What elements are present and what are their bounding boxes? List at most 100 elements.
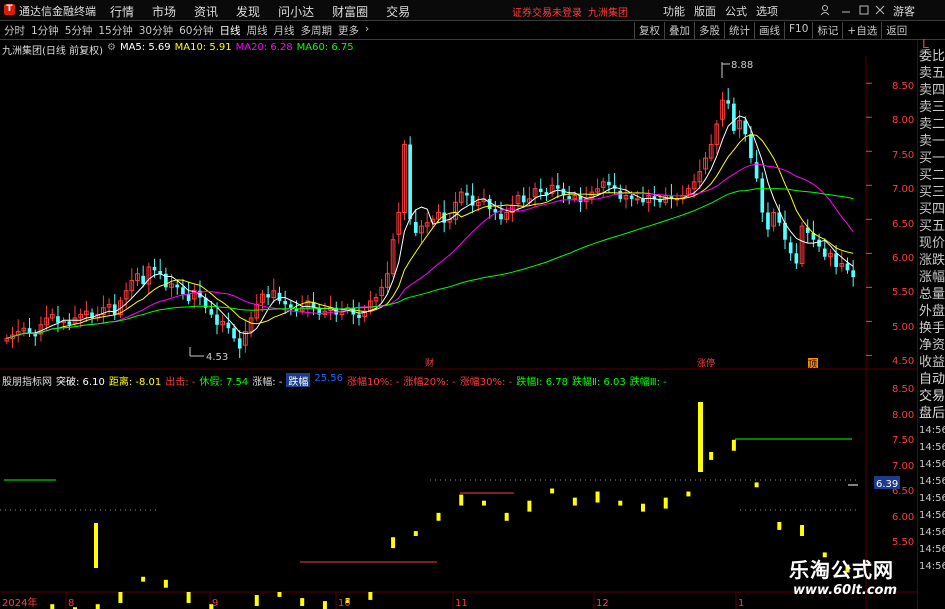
tab-5min[interactable]: 5分钟 <box>65 23 93 38</box>
candle-body <box>112 304 117 315</box>
menu-functions[interactable]: 功能 <box>663 3 685 19</box>
breakout-value: 突破: 6.10 <box>56 377 105 388</box>
indicator-bar <box>368 592 373 600</box>
add-watchlist-button[interactable]: +自选 <box>842 22 881 39</box>
f10-button[interactable]: F10 <box>784 22 812 39</box>
menu-market-quotes[interactable]: 行情 <box>110 3 134 20</box>
tab-1min[interactable]: 1分钟 <box>31 23 59 38</box>
chart-tools: 复权 叠加 多股 统计 画线 F10 标记 +自选 返回 <box>634 22 911 39</box>
date-tick: 2024年 <box>2 596 37 609</box>
top-marker[interactable]: 顶 <box>808 359 817 370</box>
panel-field: 卖五 <box>919 66 945 81</box>
menu-news[interactable]: 资讯 <box>194 3 218 20</box>
candle-body <box>152 266 157 271</box>
menu-formula[interactable]: 公式 <box>725 3 747 19</box>
mark-button[interactable]: 标记 <box>812 22 842 39</box>
multi-stock-button[interactable]: 多股 <box>694 22 724 39</box>
back-button[interactable]: 返回 <box>881 22 911 39</box>
indicator-bar <box>277 592 282 597</box>
period-toolbar: 分时 1分钟 5分钟 15分钟 30分钟 60分钟 日线 周线 月线 多周期 更… <box>0 21 945 40</box>
tab-intraday[interactable]: 分时 <box>4 23 25 38</box>
candle-body <box>788 242 793 254</box>
date-tick: 10 <box>338 598 351 609</box>
rest-value: 休假: 7.54 <box>199 377 249 388</box>
candle-body <box>277 292 282 301</box>
candle-body <box>226 322 231 329</box>
tab-weekly[interactable]: 周线 <box>247 23 268 38</box>
tab-15min[interactable]: 15分钟 <box>98 23 132 38</box>
panel-field: 14:56 <box>919 459 945 470</box>
panel-field: 卖二 <box>919 117 945 132</box>
date-axis: 2024年 8 9 10 11 12 1 <box>2 596 744 609</box>
price-tick: 4.50 <box>892 356 914 367</box>
candle-body <box>283 300 287 305</box>
tab-daily[interactable]: 日线 <box>220 23 241 38</box>
kline-chart[interactable]: 8.88 4.53 财 涨停 顶 8.50 8.00 7.50 7.00 6.5… <box>0 40 917 609</box>
draw-line-button[interactable]: 画线 <box>754 22 784 39</box>
app-logo-icon: T <box>4 4 15 15</box>
panel-field: 盘后 <box>919 406 945 421</box>
panel-field: 14:56 <box>919 510 945 521</box>
guest-login[interactable]: 游客 <box>893 3 915 19</box>
panel-field: 现价 <box>919 236 945 251</box>
trade-login-notice[interactable]: 证券交易未登录 <box>512 4 582 19</box>
panel-field: 交易 <box>919 389 945 404</box>
indicator-bar <box>504 512 509 521</box>
price-tick: 5.50 <box>892 287 914 298</box>
panel-field: 买一 <box>919 151 945 166</box>
panel-field: 14:56 <box>919 527 945 538</box>
menu-market[interactable]: 市场 <box>152 3 176 20</box>
menu-options[interactable]: 选项 <box>756 3 778 19</box>
panel-field: 买二 <box>919 168 945 183</box>
panel-field: 14:56 <box>919 425 945 436</box>
menu-discover[interactable]: 发现 <box>236 3 260 20</box>
panel-flag[interactable]: L <box>918 38 945 50</box>
watermark-title: 乐淘公式网 <box>789 558 894 582</box>
adjust-button[interactable]: 复权 <box>634 22 664 39</box>
menu-wealth-circle[interactable]: 财富圈 <box>332 3 368 20</box>
indicator-bar <box>391 537 396 549</box>
chevron-right-icon[interactable]: › <box>365 23 369 38</box>
ma10-line <box>6 134 854 339</box>
candle-body <box>357 314 361 318</box>
tab-monthly[interactable]: 月线 <box>274 23 295 38</box>
date-tick: 12 <box>596 598 609 609</box>
price-tick: 7.50 <box>892 150 914 161</box>
tab-more[interactable]: 更多 <box>338 23 359 38</box>
price-tick: 8.50 <box>892 81 914 92</box>
ind-tick: 5.50 <box>892 537 914 548</box>
limit-up-marker[interactable]: 涨停 <box>697 357 715 369</box>
current-stock-name: 九洲集团 <box>588 8 628 19</box>
candle-body <box>567 196 571 199</box>
user-icon[interactable] <box>820 5 830 16</box>
fall-label: 跌幅 <box>286 373 311 388</box>
indicator-info-line: 股朋指标网 突破: 6.10 距离: -8.01 出击: - 休假: 7.54 … <box>2 373 671 388</box>
menu-trade[interactable]: 交易 <box>386 3 410 20</box>
menu-ask-assistant[interactable]: 问小达 <box>278 3 314 20</box>
overlay-button[interactable]: 叠加 <box>664 22 694 39</box>
ma20-line <box>6 163 854 339</box>
maximize-icon[interactable] <box>859 5 869 15</box>
indicator-bar <box>254 595 259 607</box>
low-label: 4.53 <box>206 352 228 363</box>
indicator-bar <box>641 503 645 512</box>
indicator-bar <box>186 592 191 603</box>
ind-tick: 7.50 <box>892 435 914 446</box>
indicator-bar <box>141 576 146 582</box>
close-icon[interactable] <box>875 5 885 15</box>
ind-tick: 8.00 <box>892 410 914 421</box>
date-tick: 8 <box>68 598 74 609</box>
statistics-button[interactable]: 统计 <box>724 22 754 39</box>
candle-body <box>413 222 418 233</box>
candle-body <box>237 338 242 349</box>
tab-60min[interactable]: 60分钟 <box>179 23 213 38</box>
candle-body <box>766 212 770 230</box>
tab-30min[interactable]: 30分钟 <box>139 23 173 38</box>
ma5-line <box>6 115 854 339</box>
finance-marker[interactable]: 财 <box>425 357 434 369</box>
indicator-bar <box>709 451 714 460</box>
tab-multi-period[interactable]: 多周期 <box>301 23 333 38</box>
panel-field: 买三 <box>919 185 945 200</box>
menu-layout[interactable]: 版面 <box>694 3 716 19</box>
indicator-bar <box>550 488 555 494</box>
